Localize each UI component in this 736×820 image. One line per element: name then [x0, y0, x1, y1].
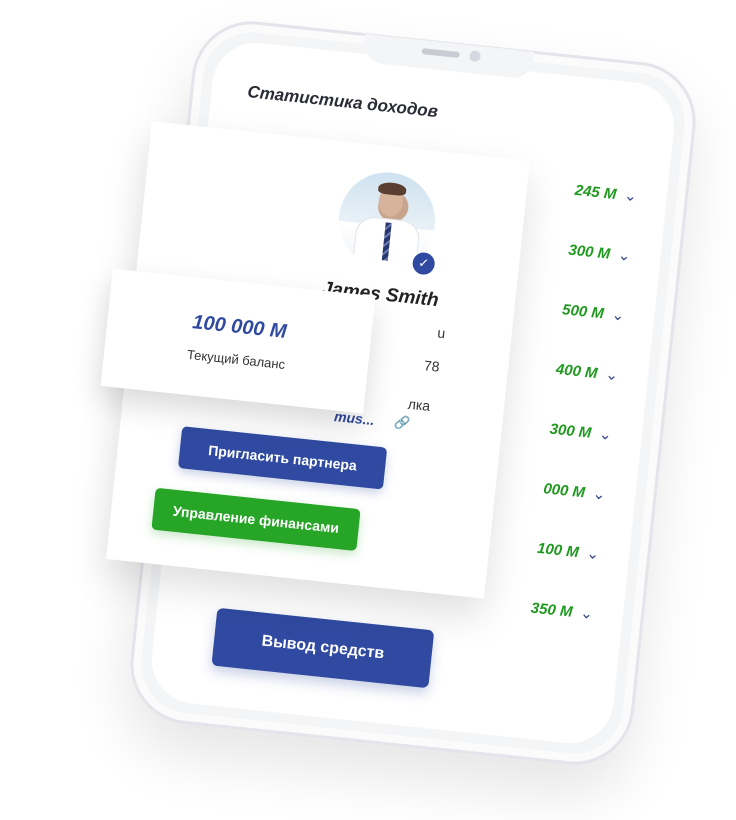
- stat-row[interactable]: 350 M ⌄: [530, 599, 594, 623]
- stat-row[interactable]: 300 M ⌄: [549, 420, 613, 444]
- chevron-down-icon[interactable]: ⌄: [579, 605, 593, 623]
- stat-row[interactable]: 400 M ⌄: [555, 360, 619, 384]
- stat-value: 100 M: [536, 539, 580, 562]
- chevron-down-icon[interactable]: ⌄: [598, 426, 612, 444]
- invite-partner-button[interactable]: Пригласить партнера: [177, 426, 388, 490]
- profile-partial-text: u: [436, 324, 447, 342]
- chevron-down-icon[interactable]: ⌄: [611, 306, 625, 324]
- profile-partial-text: 78: [423, 357, 441, 375]
- stat-value: 245 M: [573, 181, 618, 204]
- stat-row[interactable]: 100 M ⌄: [536, 539, 600, 563]
- speaker-grille: [421, 48, 460, 59]
- stat-value: 350 M: [530, 599, 574, 621]
- chevron-down-icon[interactable]: ⌄: [623, 187, 637, 205]
- stat-value: 300 M: [567, 241, 611, 263]
- chevron-down-icon[interactable]: ⌄: [617, 247, 631, 265]
- chevron-down-icon[interactable]: ⌄: [605, 366, 619, 384]
- chevron-down-icon[interactable]: ⌄: [586, 545, 600, 563]
- withdraw-button[interactable]: Вывод средств: [211, 607, 435, 689]
- chevron-down-icon[interactable]: ⌄: [592, 485, 606, 503]
- stat-value: 000 M: [542, 480, 586, 502]
- link-icon[interactable]: 🔗: [393, 414, 411, 432]
- finance-management-button[interactable]: Управление финансами: [151, 487, 361, 552]
- stat-row[interactable]: 300 M ⌄: [568, 241, 632, 265]
- stat-value: 500 M: [561, 301, 605, 323]
- stat-value: 300 M: [548, 420, 593, 442]
- verified-check-icon: ✓: [409, 249, 438, 278]
- stat-value: 400 M: [555, 360, 599, 383]
- stat-row[interactable]: 000 M ⌄: [543, 479, 607, 503]
- stat-row[interactable]: 245 M ⌄: [574, 181, 638, 205]
- profile-partial-text: лка: [407, 395, 432, 414]
- stat-row[interactable]: 500 M ⌄: [561, 300, 625, 324]
- page-title: Статистика доходов: [246, 82, 439, 122]
- camera-icon: [469, 50, 482, 63]
